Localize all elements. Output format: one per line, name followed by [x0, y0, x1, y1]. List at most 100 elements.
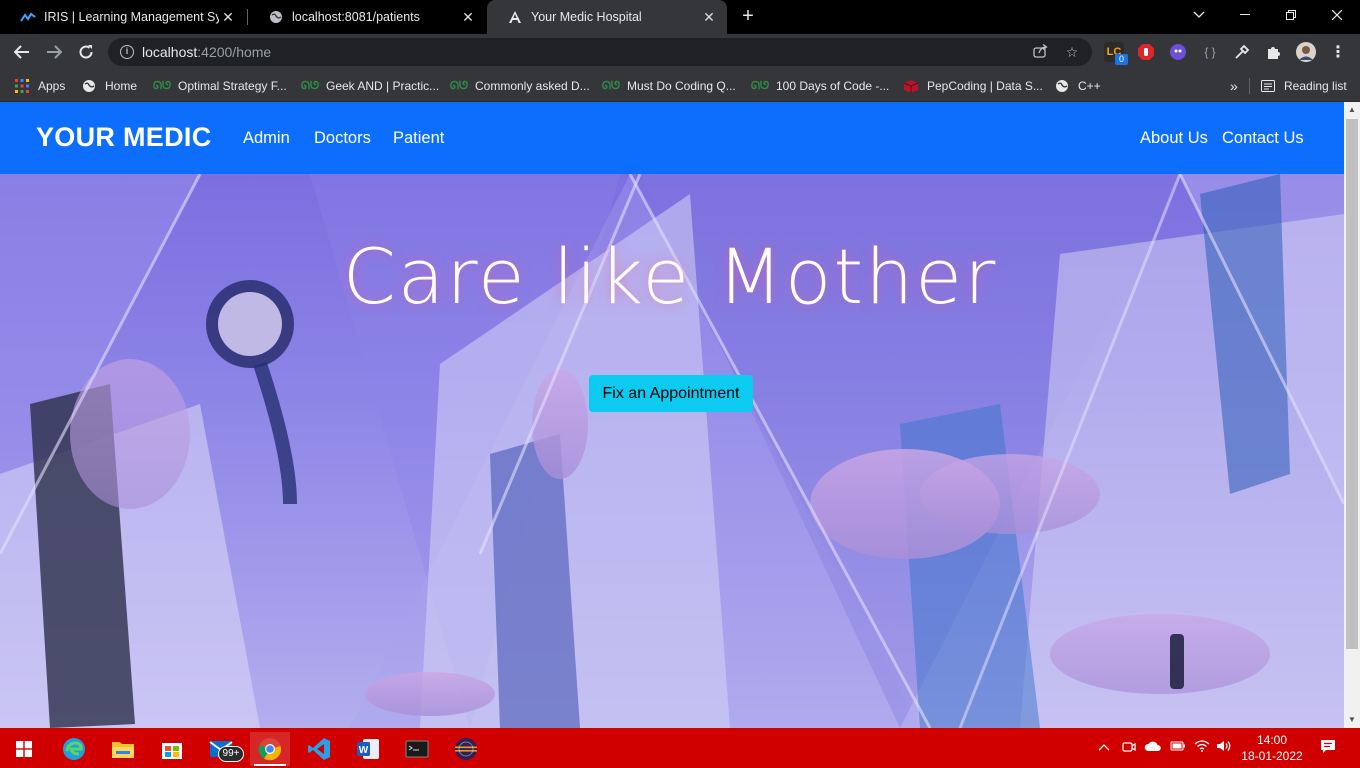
bookmark-label: Optimal Strategy F...: [178, 79, 287, 93]
purple-extension-icon[interactable]: [1168, 42, 1188, 62]
page-scrollbar[interactable]: ▲ ▼: [1344, 102, 1360, 728]
angular-icon: [507, 9, 523, 25]
fix-appointment-button[interactable]: Fix an Appointment: [589, 375, 753, 412]
bookmark-home[interactable]: Home: [81, 76, 137, 96]
bookmark-label: Must Do Coding Q...: [627, 79, 736, 93]
site-navbar: YOUR MEDIC Admin Doctors Patient About U…: [0, 102, 1344, 174]
restore-icon[interactable]: [1268, 0, 1314, 30]
forward-arrow-icon[interactable]: [42, 40, 66, 64]
gfg-icon: ᘏᘎ: [601, 79, 621, 92]
bookmark-cpp[interactable]: C++: [1054, 76, 1101, 96]
extension-badge: 0: [1115, 54, 1128, 65]
hero-title: Care like Mother: [342, 232, 998, 321]
tab-title: Your Medic Hospital: [531, 10, 642, 24]
globe-icon: [81, 78, 97, 94]
scroll-down-arrow-icon[interactable]: ▼: [1344, 712, 1360, 728]
bookmark-star-icon[interactable]: ☆: [1064, 44, 1080, 60]
wifi-icon[interactable]: [1194, 740, 1210, 755]
bookmark-label: Apps: [38, 79, 66, 93]
eclipse-icon[interactable]: [446, 732, 486, 766]
battery-icon[interactable]: [1170, 740, 1186, 755]
tray-chevron-up-icon[interactable]: [1098, 740, 1110, 754]
gfg-icon: ᘏᘎ: [750, 79, 770, 92]
puzzle-extensions-icon[interactable]: [1264, 42, 1284, 62]
eyedropper-icon[interactable]: [1232, 42, 1252, 62]
taskbar-clock[interactable]: 14:00 18-01-2022: [1240, 732, 1304, 764]
reading-list-button[interactable]: Reading list: [1260, 76, 1347, 96]
apps-grid-icon: [14, 78, 30, 94]
tab-search-chevron-icon[interactable]: [1176, 0, 1222, 30]
iris-icon: [20, 9, 36, 25]
tab-patients[interactable]: localhost:8081/patients ✕: [248, 0, 486, 34]
bookmark-optimal-strategy[interactable]: ᘏᘎ Optimal Strategy F...: [153, 76, 287, 96]
nav-link-patient[interactable]: Patient: [393, 129, 444, 148]
bookmark-geek-and[interactable]: ᘏᘎ Geek AND | Practic...: [300, 76, 440, 96]
bookmark-label: PepCoding | Data S...: [927, 79, 1043, 93]
bookmark-commonly-asked[interactable]: ᘏᘎ Commonly asked D...: [449, 76, 590, 96]
close-icon[interactable]: ✕: [701, 9, 717, 25]
tab-your-medic[interactable]: Your Medic Hospital ✕: [487, 0, 727, 34]
nav-link-admin[interactable]: Admin: [243, 129, 290, 148]
window-close-icon[interactable]: [1314, 0, 1360, 30]
windows-start-icon[interactable]: [4, 732, 44, 766]
word-icon[interactable]: W: [348, 732, 388, 766]
adblock-extension-icon[interactable]: [1136, 42, 1156, 62]
bookmarks-divider: [1249, 78, 1250, 94]
gfg-icon: ᘏᘎ: [300, 79, 320, 92]
code-braces-icon[interactable]: { }: [1200, 42, 1220, 62]
bookmark-label: Geek AND | Practic...: [326, 79, 440, 93]
close-icon[interactable]: ✕: [220, 9, 236, 25]
tab-title: IRIS | Learning Management Syst: [44, 10, 219, 24]
scroll-up-arrow-icon[interactable]: ▲: [1344, 102, 1360, 118]
bookmark-apps[interactable]: Apps: [14, 76, 65, 96]
bookmark-label: Commonly asked D...: [475, 79, 590, 93]
globe-icon: [1054, 78, 1070, 94]
gfg-icon: ᘏᘎ: [449, 79, 469, 92]
share-icon[interactable]: [1032, 43, 1048, 60]
svg-text:W: W: [359, 745, 369, 756]
nav-link-contact-us[interactable]: Contact Us: [1222, 129, 1304, 148]
url-host: localhost: [142, 44, 198, 60]
page-viewport: YOUR MEDIC Admin Doctors Patient About U…: [0, 102, 1344, 728]
pepcoding-icon: [903, 78, 919, 94]
browser-toolbar: i localhost:4200/home ☆ LC 0 { } ⋮: [0, 34, 1360, 70]
meet-now-icon[interactable]: [1122, 740, 1136, 757]
windows-taskbar: 99+ W 14:00 18-01-2022: [0, 728, 1360, 768]
nav-link-about-us[interactable]: About Us: [1140, 129, 1208, 148]
scrollbar-thumb[interactable]: [1346, 119, 1358, 649]
url-path: :4200/home: [197, 44, 272, 60]
terminal-icon[interactable]: [397, 732, 437, 766]
vscode-icon[interactable]: [299, 732, 339, 766]
new-tab-button[interactable]: +: [736, 5, 760, 29]
reload-icon[interactable]: [74, 40, 98, 64]
notification-center-icon[interactable]: [1320, 739, 1336, 758]
chrome-icon[interactable]: [250, 732, 290, 766]
close-icon[interactable]: ✕: [460, 9, 476, 25]
volume-icon[interactable]: [1216, 740, 1232, 755]
back-arrow-icon[interactable]: [10, 40, 34, 64]
address-bar[interactable]: i localhost:4200/home ☆: [108, 38, 1092, 66]
edge-icon[interactable]: [54, 732, 94, 766]
onedrive-cloud-icon[interactable]: [1144, 740, 1162, 755]
site-info-icon[interactable]: i: [120, 45, 134, 59]
clock-time: 14:00: [1256, 733, 1288, 747]
bookmark-label: C++: [1078, 79, 1101, 93]
bookmarks-bar: Apps Home ᘏᘎ Optimal Strategy F... ᘏᘎ Ge…: [0, 70, 1360, 102]
bookmark-must-do-coding[interactable]: ᘏᘎ Must Do Coding Q...: [601, 76, 736, 96]
bookmark-pepcoding[interactable]: PepCoding | Data S...: [903, 76, 1043, 96]
browser-menu-icon[interactable]: ⋮: [1328, 42, 1348, 62]
microsoft-store-icon[interactable]: [152, 732, 192, 766]
site-brand[interactable]: YOUR MEDIC: [36, 122, 212, 153]
more-bookmarks-chevron[interactable]: »: [1230, 76, 1238, 96]
bookmark-label: 100 Days of Code -...: [776, 79, 890, 93]
reading-list-label: Reading list: [1284, 79, 1347, 93]
file-explorer-icon[interactable]: [103, 732, 143, 766]
globe-icon: [268, 9, 284, 25]
hero-banner: Care like Mother Fix an Appointment: [0, 174, 1344, 728]
minimize-icon[interactable]: [1222, 0, 1268, 30]
nav-link-doctors[interactable]: Doctors: [314, 129, 371, 148]
profile-avatar[interactable]: [1296, 42, 1316, 62]
tab-iris[interactable]: IRIS | Learning Management Syst ✕: [0, 0, 246, 34]
bookmark-100-days[interactable]: ᘏᘎ 100 Days of Code -...: [750, 76, 890, 96]
bookmark-label: Home: [105, 79, 138, 93]
